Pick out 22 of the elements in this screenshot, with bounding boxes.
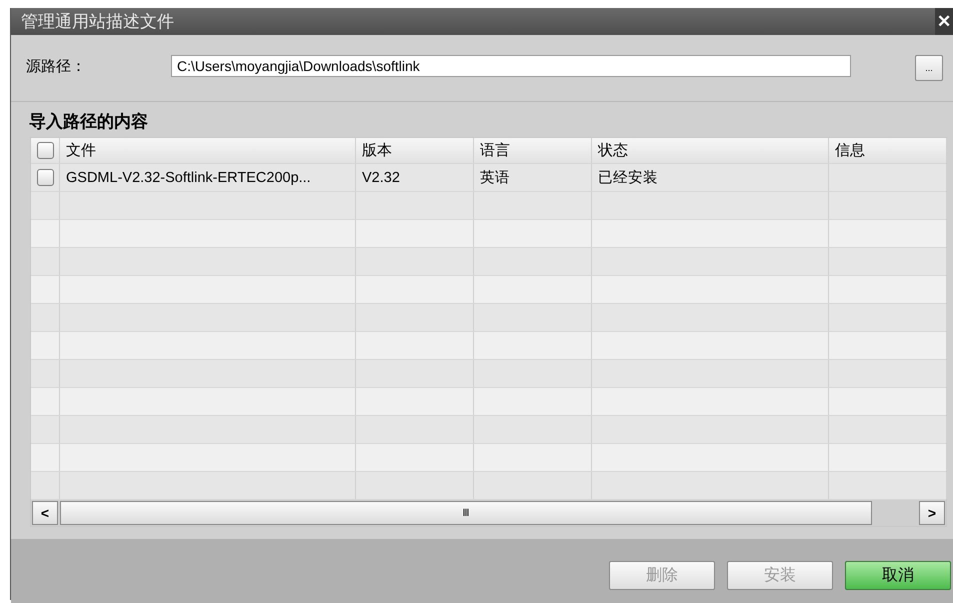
- browse-button[interactable]: ...: [915, 55, 943, 81]
- column-header[interactable]: 状态: [592, 138, 829, 163]
- select-all-checkbox[interactable]: [36, 142, 54, 159]
- scroll-right-button[interactable]: >: [919, 501, 945, 525]
- close-button[interactable]: ✕: [935, 8, 953, 35]
- table-cell: V2.32: [356, 164, 474, 191]
- source-path-label: 源路径：: [26, 56, 87, 76]
- table-cell: 英语: [474, 164, 592, 191]
- section-heading: 导入路径的内容: [28, 111, 149, 134]
- row-checkbox[interactable]: [36, 169, 54, 186]
- column-header[interactable]: 语言: [474, 138, 592, 163]
- column-header[interactable]: 版本: [356, 138, 474, 163]
- dialog-button[interactable]: 取消: [845, 560, 951, 590]
- source-path-field[interactable]: C:\Users\moyangjia\Downloads\softlink: [171, 55, 851, 77]
- table-cell: GSDML-V2.32-Softlink-ERTEC200p...: [60, 164, 356, 191]
- scroll-left-button[interactable]: <: [32, 501, 58, 525]
- window-title: 管理通用站描述文件: [20, 11, 174, 33]
- scrollbar-thumb[interactable]: Ⅲ: [60, 501, 872, 525]
- horizontal-scrollbar[interactable]: < Ⅲ >: [31, 500, 946, 526]
- table-cell: 已经安装: [592, 164, 829, 191]
- column-header[interactable]: 文件: [60, 138, 356, 163]
- column-header[interactable]: 信息: [829, 138, 947, 163]
